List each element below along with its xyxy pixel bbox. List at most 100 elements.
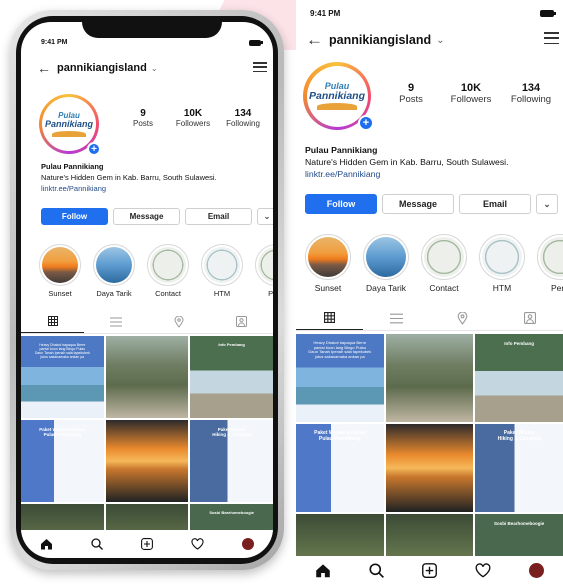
heart-icon[interactable] — [475, 562, 491, 578]
post-tile[interactable]: Paket Wisata Edukasi Pulau Pannikiang — [21, 420, 104, 502]
stat-followers[interactable]: 10K Followers — [168, 108, 218, 128]
username[interactable]: pannikiangisland — [57, 62, 147, 74]
more-options-icon[interactable]: ⌄ — [257, 208, 273, 225]
menu-icon[interactable] — [544, 32, 559, 44]
profile-name: Pulau Pannikiang — [305, 145, 378, 155]
bio-link[interactable]: linktr.ee/Pannikiang — [305, 168, 560, 180]
email-button[interactable]: Email — [459, 194, 531, 214]
stat-following[interactable]: 134 Following — [501, 82, 561, 105]
tagged-tab[interactable] — [496, 306, 563, 330]
status-bar: 9:41 PM — [41, 39, 263, 46]
profile-header: ← pannikiangisland ⌄ — [37, 60, 158, 76]
menu-icon[interactable] — [253, 62, 267, 72]
highlight-contact[interactable]: Contact — [421, 234, 467, 293]
search-icon[interactable] — [369, 562, 384, 578]
list-icon — [389, 313, 403, 323]
post-tile[interactable]: Heavy Dhakot bapaqua Berre pantai boon l… — [296, 334, 384, 422]
logo-wave — [52, 130, 86, 137]
post-tile[interactable] — [105, 420, 189, 502]
bottom-nav — [21, 530, 273, 558]
home-icon[interactable] — [315, 563, 331, 578]
profile-stats: 9 Posts 10K Followers 134 Following — [118, 108, 268, 128]
add-post-icon[interactable] — [422, 562, 437, 578]
post-tile[interactable]: Paket Wisata Hiking & Camping — [475, 424, 563, 512]
story-highlights: Sunset Daya Tarik Contact HTM Pera — [39, 244, 273, 298]
grid-tab[interactable] — [21, 310, 84, 333]
bio-text: Nature's Hidden Gem in Kab. Barru, South… — [41, 172, 217, 182]
more-options-icon[interactable]: ⌄ — [536, 194, 558, 214]
stat-posts[interactable]: 9 Posts — [118, 108, 168, 128]
profile-stats: 9 Posts 10K Followers 134 Following — [381, 82, 561, 105]
profile-screen-flat: 9:41 PM ← pannikiangisland ⌄ Pulau Panni… — [296, 0, 563, 584]
stat-following[interactable]: 134 Following — [218, 108, 268, 128]
search-icon[interactable] — [91, 538, 103, 550]
post-tile[interactable]: Info Pembang — [190, 336, 273, 418]
profile-avatar[interactable]: Pulau Pannikiang + — [39, 94, 101, 156]
profile-avatar-icon[interactable] — [529, 562, 544, 578]
location-tab[interactable] — [430, 306, 497, 330]
follow-button[interactable]: Follow — [41, 208, 108, 225]
add-post-icon[interactable] — [141, 538, 153, 550]
profile-name: Pulau Pannikiang — [41, 162, 104, 171]
email-button[interactable]: Email — [185, 208, 252, 225]
tagged-icon — [523, 312, 536, 324]
username[interactable]: pannikiangisland — [329, 33, 431, 47]
logo-main-text: Pannikiang — [308, 89, 365, 102]
highlight-sunset[interactable]: Sunset — [39, 244, 81, 298]
list-icon — [109, 317, 122, 326]
grid-tab[interactable] — [296, 306, 363, 330]
profile-tabs — [21, 310, 273, 334]
post-tile[interactable]: Heavy Dhakot bapaqua Berre pantai boon l… — [21, 336, 104, 418]
post-tile[interactable] — [385, 334, 474, 422]
profile-bio: Pulau Pannikiang Nature's Hidden Gem in … — [41, 162, 269, 195]
grid-icon — [323, 312, 335, 323]
highlight-htm[interactable]: HTM — [479, 234, 525, 293]
chevron-down-icon[interactable]: ⌄ — [151, 64, 158, 73]
battery-icon — [540, 10, 556, 17]
stat-followers[interactable]: 10K Followers — [441, 82, 501, 105]
back-arrow-icon[interactable]: ← — [37, 60, 51, 76]
post-grid: Heavy Dhakot bapaqua Berre pantai boon l… — [296, 334, 563, 584]
back-arrow-icon[interactable]: ← — [306, 30, 323, 50]
follow-button[interactable]: Follow — [305, 194, 377, 214]
list-tab[interactable] — [84, 310, 147, 333]
highlight-pera[interactable]: Pera — [537, 234, 563, 293]
status-time: 9:41 PM — [41, 39, 68, 46]
profile-actions: Follow Message Email ⌄ — [305, 194, 558, 214]
bottom-nav — [296, 556, 563, 584]
post-tile[interactable] — [105, 336, 189, 418]
highlight-daya-tarik[interactable]: Daya Tarik — [93, 244, 135, 298]
profile-avatar-icon[interactable] — [242, 538, 254, 550]
tagged-tab[interactable] — [210, 310, 273, 333]
post-tile[interactable]: Paket Wisata Edukasi Pulau Pannikiang — [296, 424, 384, 512]
home-icon[interactable] — [40, 538, 53, 550]
phone-frame: 9:41 PM ← pannikiangisland ⌄ Pulau Panni… — [10, 10, 284, 570]
bio-link[interactable]: linktr.ee/Pannikiang — [41, 184, 269, 195]
highlight-htm[interactable]: HTM — [201, 244, 243, 298]
location-tab[interactable] — [147, 310, 210, 333]
location-icon — [457, 311, 468, 325]
list-tab[interactable] — [363, 306, 430, 330]
phone-notch — [82, 16, 222, 38]
phone-screen: 9:41 PM ← pannikiangisland ⌄ Pulau Panni… — [21, 22, 273, 558]
highlight-pera[interactable]: Pera — [255, 244, 273, 298]
profile-bio: Pulau Pannikiang Nature's Hidden Gem in … — [305, 144, 560, 181]
stat-posts[interactable]: 9 Posts — [381, 82, 441, 105]
post-tile[interactable]: Info Pembang — [475, 334, 563, 422]
tagged-icon — [236, 316, 247, 327]
post-tile[interactable]: Paket Wisata Hiking & Camping — [190, 420, 273, 502]
highlight-contact[interactable]: Contact — [147, 244, 189, 298]
status-time: 9:41 PM — [310, 9, 341, 18]
logo-main-text: Pannikiang — [44, 118, 93, 129]
message-button[interactable]: Message — [113, 208, 180, 225]
profile-avatar[interactable]: Pulau Pannikiang + — [303, 62, 374, 131]
add-story-icon[interactable]: + — [87, 142, 101, 156]
add-story-icon[interactable]: + — [358, 115, 374, 131]
location-icon — [173, 315, 184, 328]
chevron-down-icon[interactable]: ⌄ — [436, 35, 444, 46]
message-button[interactable]: Message — [382, 194, 454, 214]
post-tile[interactable] — [385, 424, 474, 512]
heart-icon[interactable] — [191, 538, 204, 550]
highlight-daya-tarik[interactable]: Daya Tarik — [363, 234, 409, 293]
highlight-sunset[interactable]: Sunset — [305, 234, 351, 293]
